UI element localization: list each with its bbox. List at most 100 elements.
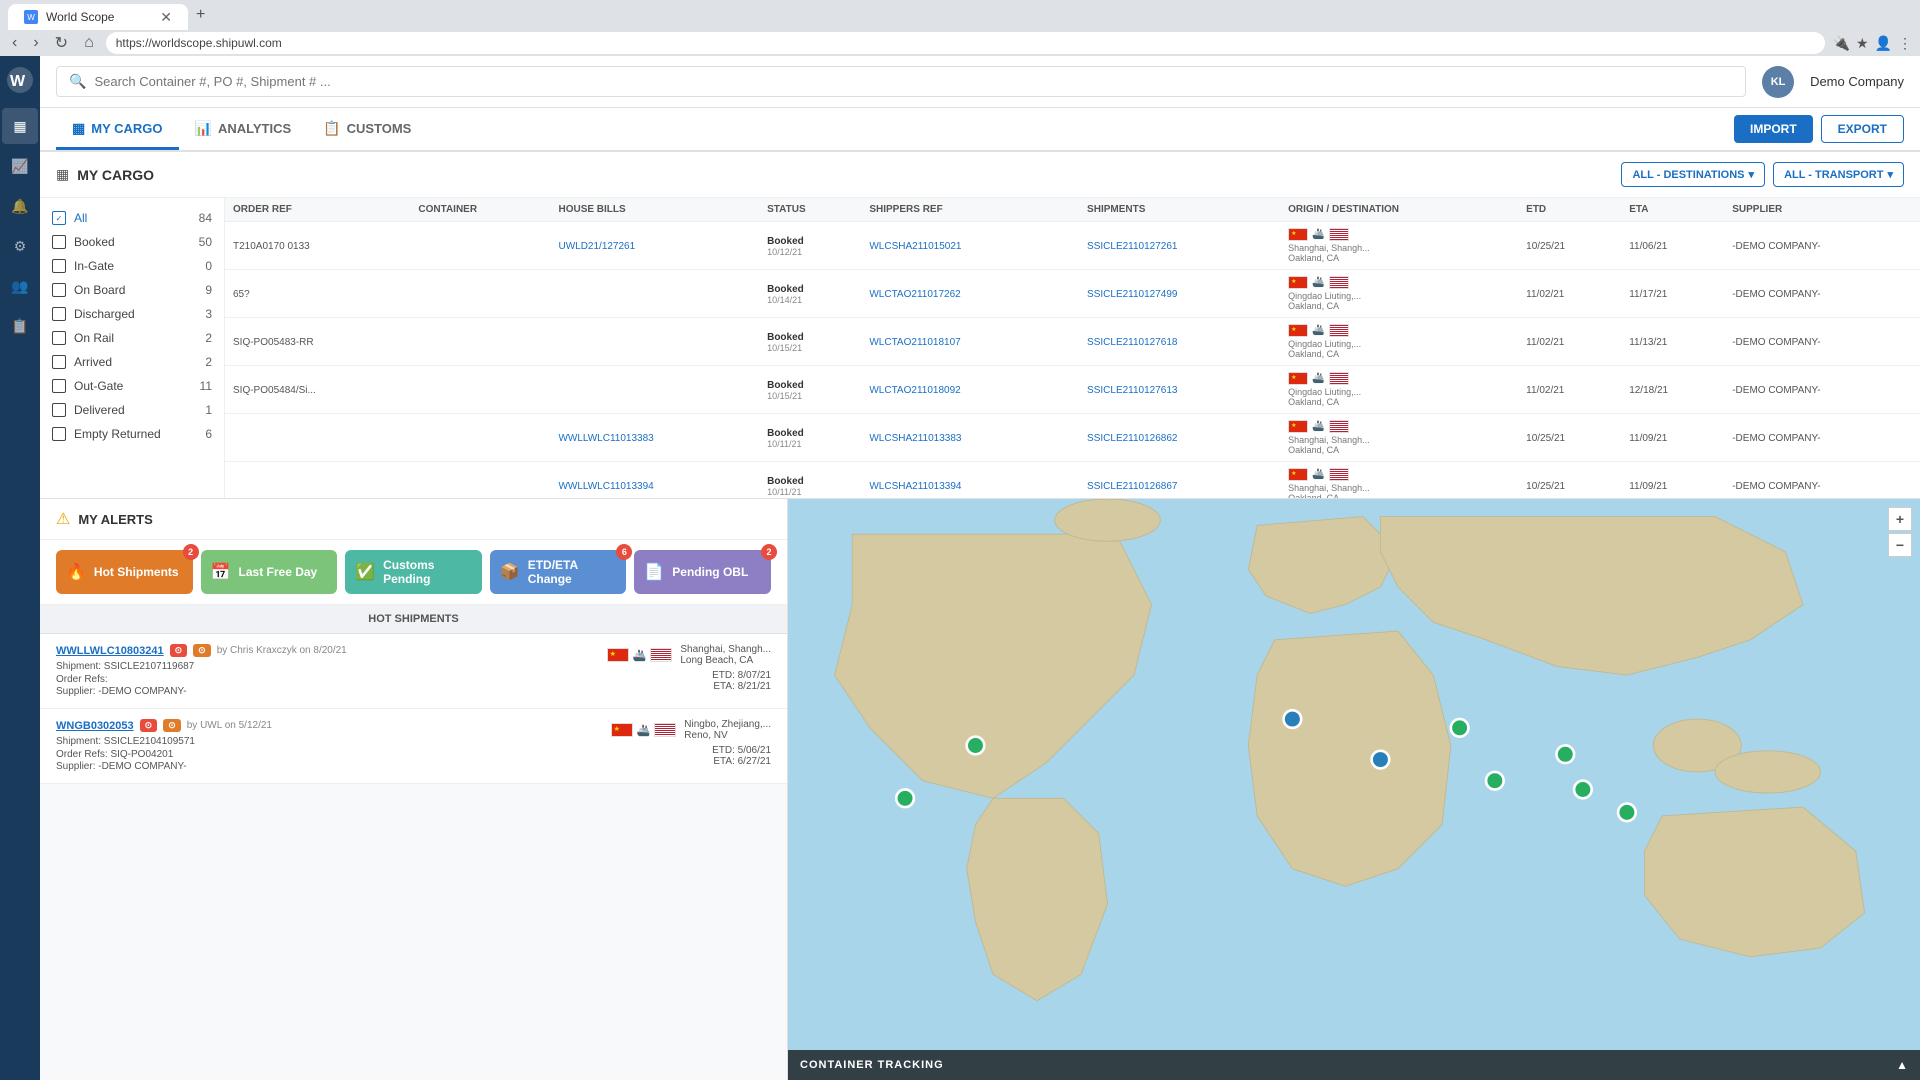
forward-button[interactable]: › bbox=[29, 32, 42, 54]
tab-my-cargo[interactable]: ▦ MY CARGO bbox=[56, 110, 179, 150]
cell-order-ref bbox=[225, 462, 410, 499]
topbar: 🔍 KL Demo Company bbox=[40, 56, 1920, 108]
cell-shipments: SSICLE2110127613 bbox=[1079, 366, 1280, 414]
empty-returned-icon bbox=[52, 427, 66, 441]
booked-icon bbox=[52, 235, 66, 249]
arrived-icon bbox=[52, 355, 66, 369]
home-button[interactable]: ⌂ bbox=[80, 32, 98, 54]
tab-customs[interactable]: 📋 CUSTOMS bbox=[307, 110, 427, 150]
cell-house-bills bbox=[550, 318, 759, 366]
sidebar-item-on-board[interactable]: On Board 9 bbox=[40, 278, 224, 302]
col-shipments: SHIPMENTS bbox=[1079, 198, 1280, 222]
world-map-svg bbox=[788, 499, 1920, 1080]
filter-dropdowns: ALL - DESTINATIONS ▾ ALL - TRANSPORT ▾ bbox=[1621, 162, 1904, 187]
sidebar-item-discharged[interactable]: Discharged 3 bbox=[40, 302, 224, 326]
table-row[interactable]: SIQ-PO05483-RR Booked 10/15/21 WLCTAO211… bbox=[225, 318, 1920, 366]
sidebar-icon-alerts[interactable]: 🔔 bbox=[2, 188, 38, 224]
transport-filter[interactable]: ALL - TRANSPORT ▾ bbox=[1773, 162, 1904, 187]
cell-container bbox=[410, 366, 550, 414]
import-button[interactable]: IMPORT bbox=[1734, 115, 1813, 143]
analytics-tab-icon: 📊 bbox=[195, 120, 212, 137]
alert-house-bill-link[interactable]: WWLLWLC10803241 bbox=[56, 645, 164, 657]
col-etd: ETD bbox=[1518, 198, 1621, 222]
sidebar-item-out-gate[interactable]: Out-Gate 11 bbox=[40, 374, 224, 398]
map-zoom-in[interactable]: + bbox=[1888, 507, 1912, 531]
chevron-down-icon: ▾ bbox=[1749, 168, 1755, 181]
sidebar-item-empty-returned[interactable]: Empty Returned 6 bbox=[40, 422, 224, 446]
origin-flag: ★ bbox=[1288, 420, 1308, 433]
cargo-header: ▦ MY CARGO ALL - DESTINATIONS ▾ ALL - TR… bbox=[40, 152, 1920, 198]
cell-origin-dest: ★ 🚢 Shanghai, Shangh... Oakland, CA bbox=[1280, 462, 1518, 499]
alert-tab-last-free-day[interactable]: 📅 Last Free Day bbox=[201, 550, 338, 594]
sidebar-icon-cargo[interactable]: ▦ bbox=[2, 108, 38, 144]
sidebar-item-arrived[interactable]: Arrived 2 bbox=[40, 350, 224, 374]
cell-supplier: -DEMO COMPANY- bbox=[1724, 366, 1920, 414]
bookmark-button[interactable]: ★ bbox=[1856, 35, 1869, 52]
alert-house-bill-link[interactable]: WNGB0302053 bbox=[56, 720, 134, 732]
cell-etd: 10/25/21 bbox=[1518, 414, 1621, 462]
profile-button[interactable]: 👤 bbox=[1875, 35, 1892, 52]
table-row[interactable]: SIQ-PO05484/Si... Booked 10/15/21 WLCTAO… bbox=[225, 366, 1920, 414]
alert-tab-etd-eta-change[interactable]: 6 📦 ETD/ETA Change bbox=[490, 550, 627, 594]
back-button[interactable]: ‹ bbox=[8, 32, 21, 54]
sidebar-item-in-gate[interactable]: In-Gate 0 bbox=[40, 254, 224, 278]
cell-house-bills bbox=[550, 270, 759, 318]
in-gate-icon bbox=[52, 259, 66, 273]
cargo-header-icon: ▦ bbox=[56, 166, 69, 183]
origin-flag: ★ bbox=[1288, 468, 1308, 481]
table-row[interactable]: WWLLWLC11013383 Booked 10/11/21 WLCSHA21… bbox=[225, 414, 1920, 462]
col-supplier: SUPPLIER bbox=[1724, 198, 1920, 222]
map-section: + − CONTAINER TRACKING ▲ bbox=[788, 499, 1920, 1080]
cargo-tab-icon: ▦ bbox=[72, 120, 85, 137]
destinations-filter[interactable]: ALL - DESTINATIONS ▾ bbox=[1621, 162, 1765, 187]
url-bar[interactable]: https://worldscope.shipuwl.com bbox=[106, 32, 1825, 54]
ship-icon: 🚢 bbox=[1312, 469, 1324, 480]
search-container[interactable]: 🔍 bbox=[56, 66, 1746, 97]
active-tab[interactable]: W World Scope ✕ bbox=[8, 4, 188, 30]
export-button[interactable]: EXPORT bbox=[1821, 115, 1904, 143]
cell-supplier: -DEMO COMPANY- bbox=[1724, 414, 1920, 462]
col-shippers-ref: SHIPPERS REF bbox=[861, 198, 1079, 222]
tab-analytics[interactable]: 📊 ANALYTICS bbox=[179, 110, 308, 150]
table-row[interactable]: T210A0170 0133 UWLD21/127261 Booked 10/1… bbox=[225, 222, 1920, 270]
search-input[interactable] bbox=[94, 74, 1733, 89]
cell-house-bills: UWLD21/127261 bbox=[550, 222, 759, 270]
alerts-title: MY ALERTS bbox=[78, 512, 152, 527]
alert-item: WWLLWLC10803241 ⊙ ⊙ by Chris Kraxczyk on… bbox=[40, 634, 787, 709]
alert-origin-label: Ningbo, Zhejiang,... bbox=[684, 719, 771, 730]
browser-actions: 🔌 ★ 👤 ⋮ bbox=[1833, 35, 1912, 52]
new-tab-button[interactable]: + bbox=[188, 0, 213, 30]
cell-eta: 11/09/21 bbox=[1621, 462, 1724, 499]
alert-origin-flag: ★ bbox=[611, 723, 633, 737]
cell-shipments: SSICLE2110126867 bbox=[1079, 462, 1280, 499]
sidebar-icon-settings[interactable]: ⚙ bbox=[2, 228, 38, 264]
table-row[interactable]: WWLLWLC11013394 Booked 10/11/21 WLCSHA21… bbox=[225, 462, 1920, 499]
sidebar-item-on-rail[interactable]: On Rail 2 bbox=[40, 326, 224, 350]
sidebar-item-all[interactable]: ✓ All 84 bbox=[40, 206, 224, 230]
sidebar-icon-analytics[interactable]: 📈 bbox=[2, 148, 38, 184]
table-row[interactable]: 65? Booked 10/14/21 WLCTAO211017262 SSIC… bbox=[225, 270, 1920, 318]
svg-text:W: W bbox=[10, 73, 26, 90]
tab-icon-etd-eta-change: 📦 bbox=[500, 562, 520, 582]
map-zoom-out[interactable]: − bbox=[1888, 533, 1912, 557]
cell-house-bills: WWLLWLC11013383 bbox=[550, 414, 759, 462]
extensions-button[interactable]: 🔌 bbox=[1833, 35, 1850, 52]
reload-button[interactable]: ↻ bbox=[51, 31, 72, 55]
sidebar-icon-users[interactable]: 👥 bbox=[2, 268, 38, 304]
alert-supplier: Supplier: -DEMO COMPANY- bbox=[56, 686, 591, 697]
tab-close-button[interactable]: ✕ bbox=[160, 9, 172, 26]
alert-tab-hot-shipments[interactable]: 2 🔥 Hot Shipments bbox=[56, 550, 193, 594]
sidebar-icon-reports[interactable]: 📋 bbox=[2, 308, 38, 344]
sidebar-item-booked[interactable]: Booked 50 bbox=[40, 230, 224, 254]
container-tracking-label: CONTAINER TRACKING bbox=[800, 1059, 944, 1071]
container-tracking-bar[interactable]: CONTAINER TRACKING ▲ bbox=[788, 1050, 1920, 1080]
cell-container bbox=[410, 270, 550, 318]
alert-tab-pending-obl[interactable]: 2 📄 Pending OBL bbox=[634, 550, 771, 594]
nav-tabs-row: ▦ MY CARGO 📊 ANALYTICS 📋 CUSTOMS IMPORT … bbox=[40, 108, 1920, 152]
cell-shippers-ref: WLCTAO211018092 bbox=[861, 366, 1079, 414]
settings-button[interactable]: ⋮ bbox=[1898, 35, 1912, 52]
alert-badge-2: ⊙ bbox=[163, 719, 181, 732]
sidebar-item-delivered[interactable]: Delivered 1 bbox=[40, 398, 224, 422]
alert-tab-customs-pending[interactable]: ✅ Customs Pending bbox=[345, 550, 482, 594]
alert-badge-1: ⊙ bbox=[140, 719, 158, 732]
